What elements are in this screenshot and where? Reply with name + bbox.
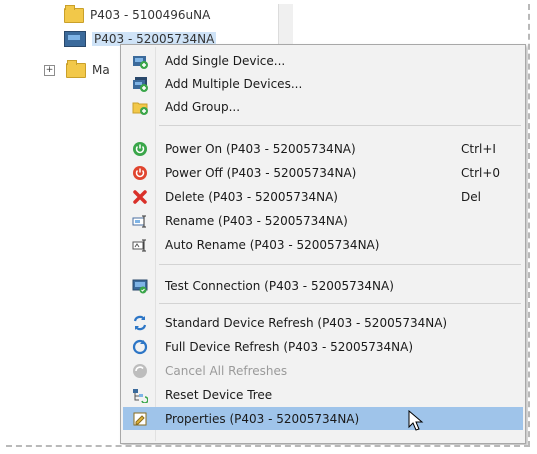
add-multiple-devices-icon [132, 76, 148, 92]
menu-item-add-single-device[interactable]: Add Single Device... [123, 49, 523, 72]
mouse-cursor-icon [408, 410, 424, 431]
tree-item-folder[interactable]: Ma [66, 59, 110, 81]
menu-item-label: Rename (P403 - 52005734NA) [165, 213, 348, 228]
menu-item-auto-rename[interactable]: Auto Rename (P403 - 52005734NA) [123, 233, 523, 256]
auto-rename-icon [132, 237, 148, 253]
power-off-icon [132, 165, 148, 181]
test-connection-icon [132, 278, 148, 294]
menu-item-label: Add Single Device... [165, 53, 286, 68]
menu-item-test-connection[interactable]: Test Connection (P403 - 52005734NA) [123, 274, 523, 297]
add-group-icon [132, 99, 148, 115]
menu-item-label: Cancel All Refreshes [165, 363, 288, 378]
tree-item-device-1[interactable]: P403 - 5100496uNA [64, 4, 210, 26]
folder-icon [64, 4, 84, 23]
full-refresh-icon [132, 339, 148, 355]
menu-item-label: Power On (P403 - 52005734NA) [165, 141, 356, 156]
tree-item-label: Ma [92, 63, 110, 77]
menu-item-rename[interactable]: Rename (P403 - 52005734NA) [123, 209, 523, 232]
menu-item-label: Delete (P403 - 52005734NA) [165, 189, 338, 204]
delete-icon [132, 189, 148, 205]
menu-item-power-on[interactable]: Power On (P403 - 52005734NA) Ctrl+I [123, 137, 523, 160]
menu-item-add-group[interactable]: Add Group... [123, 95, 523, 118]
menu-item-standard-device-refresh[interactable]: Standard Device Refresh (P403 - 52005734… [123, 311, 523, 334]
menu-item-full-device-refresh[interactable]: Full Device Refresh (P403 - 52005734NA) [123, 335, 523, 358]
menu-item-label: Add Group... [165, 99, 241, 114]
standard-refresh-icon [132, 315, 148, 331]
menu-item-reset-device-tree[interactable]: Reset Device Tree [123, 383, 523, 406]
folder-icon [66, 59, 86, 78]
menu-item-label: Add Multiple Devices... [165, 76, 303, 91]
rename-icon [132, 213, 148, 229]
menu-separator [159, 125, 521, 126]
add-single-device-icon [132, 53, 148, 69]
tree-expander[interactable]: + [44, 65, 55, 76]
tree-item-label: P403 - 5100496uNA [90, 8, 211, 22]
menu-item-shortcut: Del [461, 189, 481, 204]
menu-item-label: Auto Rename (P403 - 52005734NA) [165, 237, 380, 252]
properties-icon [132, 411, 148, 427]
menu-item-properties[interactable]: Properties (P403 - 52005734NA) [123, 407, 523, 430]
menu-item-shortcut: Ctrl+0 [461, 165, 501, 180]
menu-item-shortcut: Ctrl+I [461, 141, 496, 156]
menu-item-delete[interactable]: Delete (P403 - 52005734NA) Del [123, 185, 523, 208]
menu-item-label: Full Device Refresh (P403 - 52005734NA) [165, 339, 414, 354]
reset-tree-icon [132, 387, 148, 403]
menu-item-label: Test Connection (P403 - 52005734NA) [165, 278, 394, 293]
menu-separator [159, 264, 521, 265]
context-menu: Add Single Device... Add Multiple Device… [120, 44, 526, 444]
menu-item-cancel-all-refreshes: Cancel All Refreshes [123, 359, 523, 382]
device-tree-panel: P403 - 5100496uNA P403 - 52005734NA + Ma… [6, 4, 530, 447]
menu-separator [159, 303, 521, 304]
menu-item-label: Power Off (P403 - 52005734NA) [165, 165, 357, 180]
menu-item-add-multiple-devices[interactable]: Add Multiple Devices... [123, 72, 523, 95]
power-on-icon [132, 141, 148, 157]
device-icon [64, 31, 86, 47]
menu-item-power-off[interactable]: Power Off (P403 - 52005734NA) Ctrl+0 [123, 161, 523, 184]
menu-item-label: Reset Device Tree [165, 387, 273, 402]
menu-item-label: Standard Device Refresh (P403 - 52005734… [165, 315, 448, 330]
cancel-refresh-icon [132, 363, 148, 379]
